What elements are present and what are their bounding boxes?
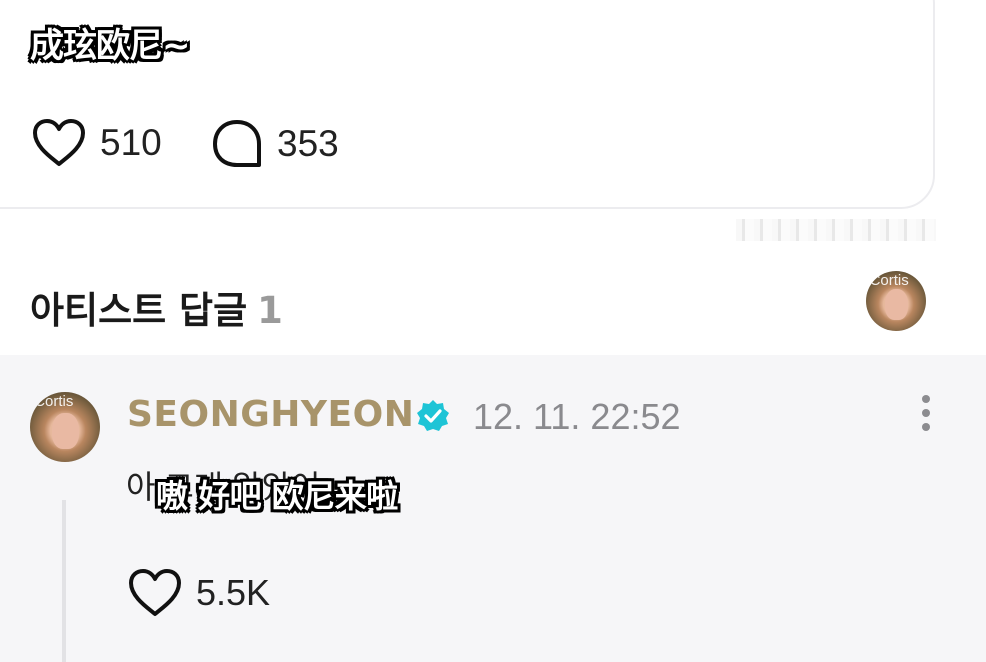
avatar-watermark: Cortis	[34, 393, 74, 411]
artist-avatar-header[interactable]: Cortis	[866, 271, 926, 331]
dot	[922, 423, 930, 431]
post-like-count: 510	[100, 122, 162, 163]
avatar-face	[885, 289, 908, 321]
reply-author-name[interactable]: SEONGHYEON	[127, 394, 414, 435]
chat-bubble-icon	[211, 118, 263, 170]
subtitle-overlay-bottom: 嗷 好吧 欧尼来啦	[156, 477, 398, 515]
avatar-watermark: Cortis	[869, 272, 909, 290]
avatar-face	[52, 413, 79, 450]
heart-outline-icon	[128, 568, 182, 618]
heart-outline-icon	[32, 118, 86, 168]
reply-timestamp: 12. 11. 22:52	[473, 396, 681, 437]
reply-like-count: 5.5K	[196, 572, 271, 613]
artist-replies-count: 1	[257, 289, 283, 332]
thread-line	[62, 500, 66, 662]
artist-replies-label: 아티스트 답글	[30, 289, 248, 332]
post-comment-button[interactable]: 353	[211, 118, 339, 170]
post-comment-count: 353	[277, 123, 339, 164]
reply-like-button[interactable]: 5.5K	[128, 568, 270, 618]
verified-badge-icon	[416, 399, 450, 438]
vertical-dots-icon	[922, 395, 930, 403]
reply-more-button[interactable]	[915, 395, 937, 437]
redacted-scribble	[736, 219, 936, 241]
reply-author-avatar[interactable]: Cortis	[30, 392, 100, 462]
dot	[922, 409, 930, 417]
artist-replies-title: 아티스트 답글 1	[30, 280, 283, 334]
post-like-button[interactable]: 510	[32, 118, 162, 168]
subtitle-overlay-top: 成玹欧尼~	[30, 26, 190, 66]
